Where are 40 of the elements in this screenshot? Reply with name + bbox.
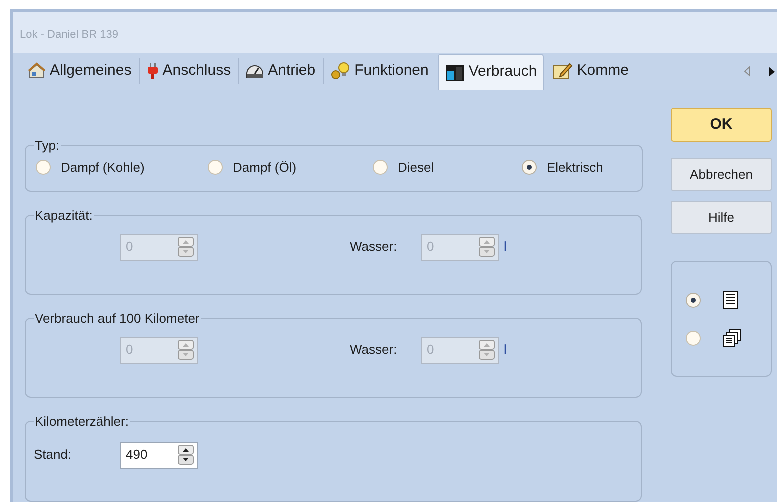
radio-button[interactable] bbox=[36, 160, 51, 175]
dialog-button[interactable]: OK bbox=[671, 108, 772, 142]
spin-buttons-icon[interactable] bbox=[178, 445, 194, 465]
group-title: Typ: bbox=[34, 137, 61, 155]
tab[interactable]: Funktionen bbox=[328, 54, 432, 88]
unit-label: l bbox=[504, 341, 507, 360]
spin-field[interactable]: 490 bbox=[120, 442, 198, 468]
tab[interactable]: Komme bbox=[550, 54, 638, 88]
scroll-left-icon[interactable] bbox=[744, 66, 751, 78]
radio-label: Elektrisch bbox=[547, 158, 604, 176]
field-label: Wasser: bbox=[350, 341, 398, 360]
dialog-button[interactable]: Abbrechen bbox=[671, 158, 772, 191]
field-label: Wasser: bbox=[350, 238, 398, 256]
group-title: Kapazität: bbox=[34, 207, 94, 225]
house-icon bbox=[28, 62, 46, 80]
bulb-icon bbox=[330, 62, 351, 80]
list-icon bbox=[723, 291, 738, 309]
tab[interactable]: Verbrauch bbox=[438, 54, 544, 90]
radio-label: Diesel bbox=[398, 158, 434, 176]
radio-label: Dampf (Kohle) bbox=[61, 158, 145, 177]
radio-button[interactable] bbox=[373, 160, 388, 175]
scroll-right-icon[interactable] bbox=[769, 66, 775, 77]
group-title: Kilometerzähler: bbox=[34, 413, 130, 431]
stacked-pages-icon bbox=[723, 329, 741, 347]
unit-label: l bbox=[504, 238, 507, 256]
note-pencil-icon bbox=[553, 62, 574, 80]
group-title: Verbrauch auf 100 Kilometer bbox=[34, 310, 201, 328]
radio-button[interactable] bbox=[522, 160, 537, 175]
dialog-button[interactable]: Hilfe bbox=[671, 201, 772, 234]
tab[interactable]: Anschluss bbox=[144, 54, 234, 88]
plug-icon bbox=[146, 62, 159, 80]
meter-icon bbox=[444, 64, 465, 82]
field-label: Stand: bbox=[34, 446, 73, 464]
window-title: Lok - Daniel BR 139 bbox=[20, 28, 118, 43]
radio-button[interactable] bbox=[686, 292, 701, 308]
radio-button[interactable] bbox=[208, 160, 223, 175]
tab[interactable]: Allgemeines bbox=[25, 54, 135, 88]
radio-button[interactable] bbox=[686, 330, 701, 346]
radio-label: Dampf (Öl) bbox=[233, 158, 297, 177]
tab[interactable]: Antrieb bbox=[243, 54, 319, 88]
